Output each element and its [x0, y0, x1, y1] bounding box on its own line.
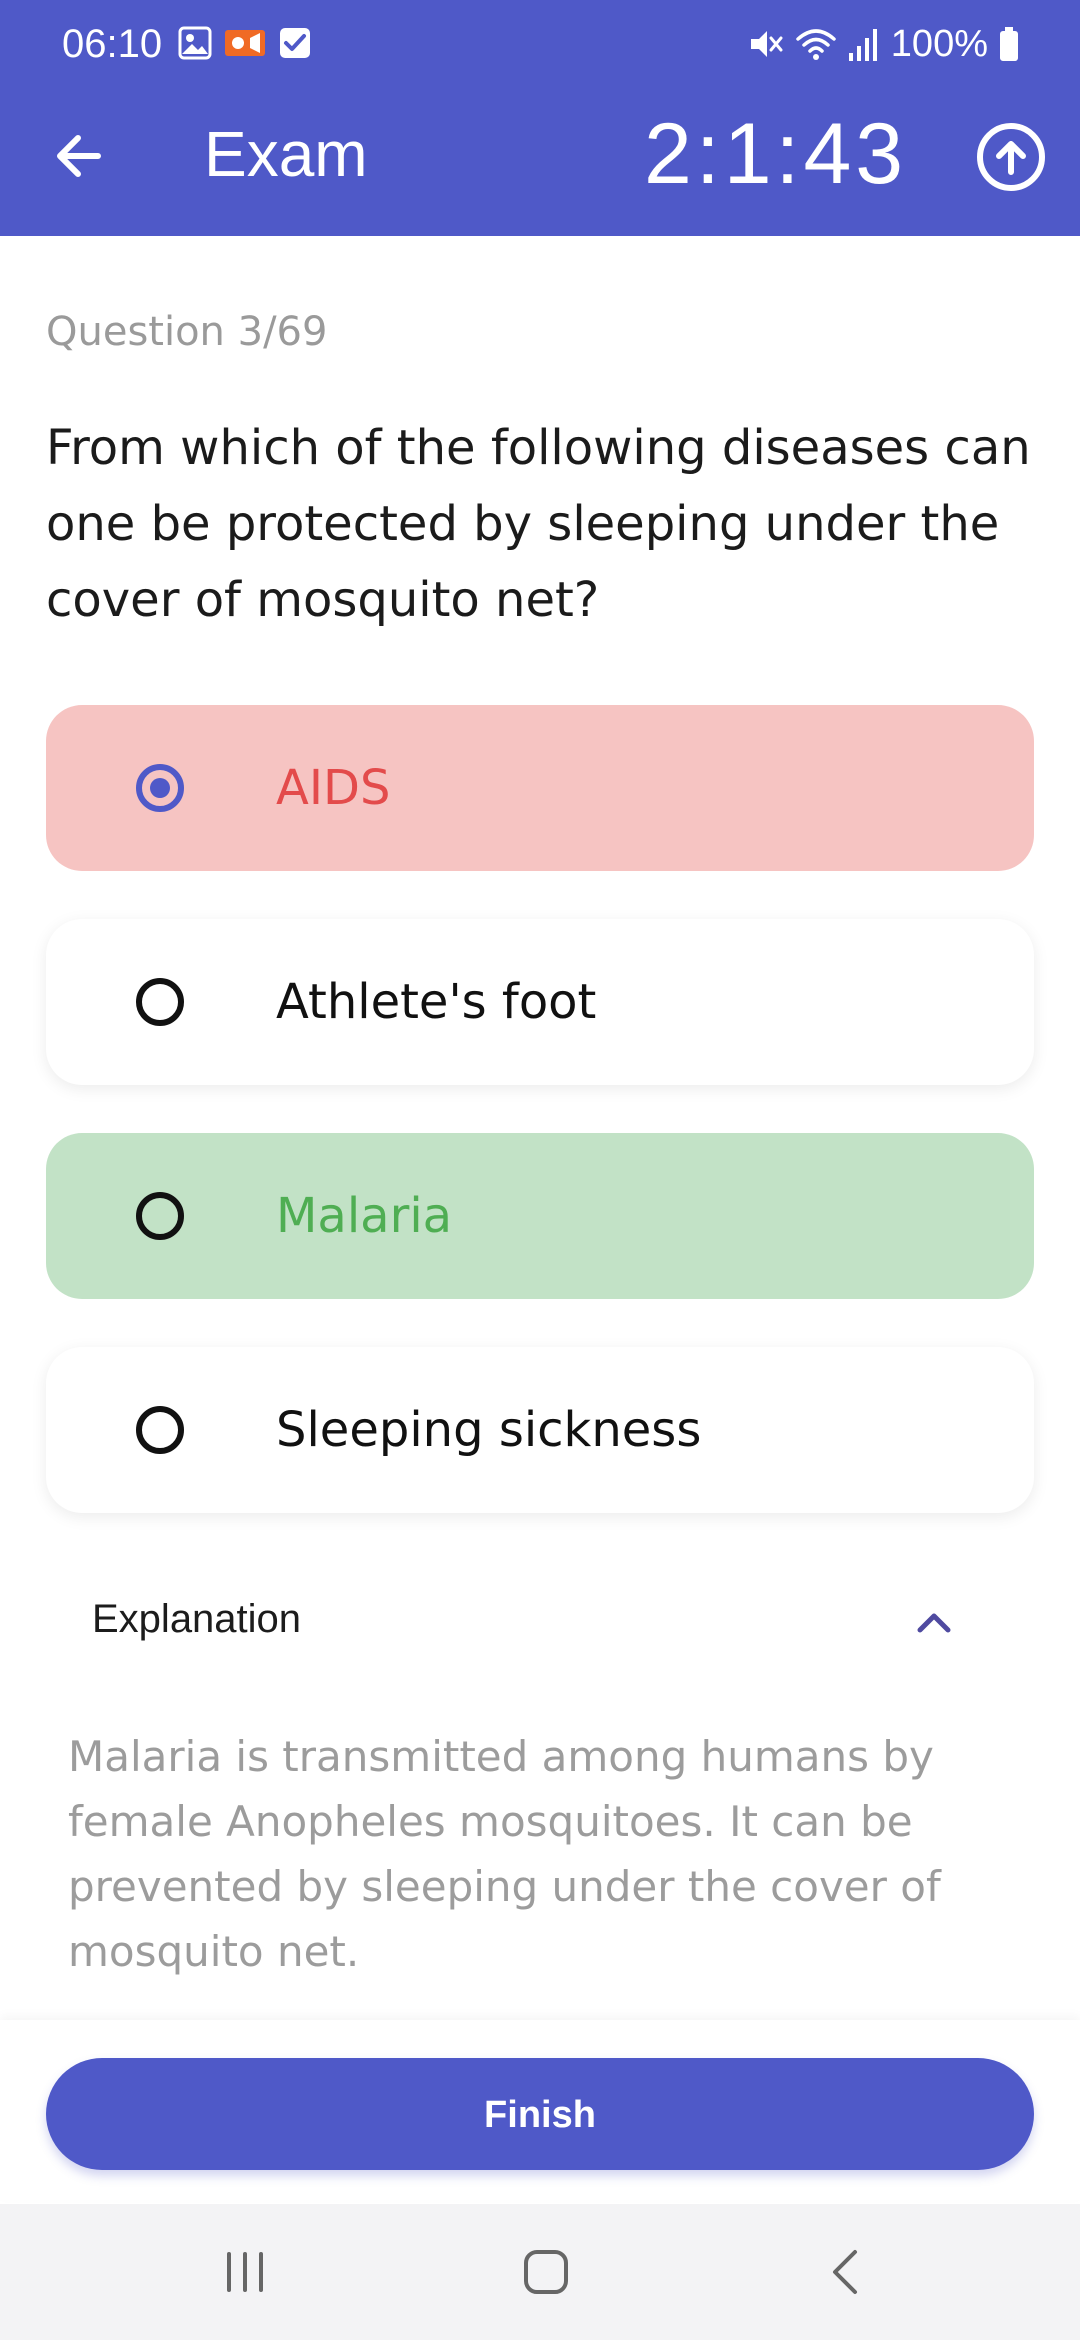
explanation-text: Malaria is transmitted among humans by f… — [68, 1732, 941, 1976]
home-icon[interactable] — [516, 2242, 576, 2302]
recent-apps-icon[interactable] — [215, 2242, 275, 2302]
upload-circle-icon[interactable] — [976, 122, 1046, 192]
option-label: AIDS — [276, 760, 391, 816]
app-header: 06:10 100% Exam 2:1:43 — [0, 0, 1080, 236]
mute-icon — [750, 31, 783, 57]
explanation-title[interactable]: Explanation — [92, 1590, 301, 1648]
radio-icon[interactable] — [136, 1192, 184, 1240]
chevron-up-icon[interactable] — [912, 1600, 956, 1644]
option-aids[interactable]: AIDS — [46, 705, 1034, 871]
back-icon[interactable] — [817, 2242, 877, 2302]
wifi-icon — [796, 29, 836, 60]
status-time: 06:10 — [62, 22, 163, 66]
status-icons-right: 100% — [747, 18, 1020, 70]
radio-selected-icon[interactable] — [136, 764, 184, 812]
finish-button[interactable]: Finish — [46, 2058, 1034, 2170]
video-record-icon — [225, 30, 265, 56]
status-icons-left — [178, 26, 312, 60]
option-label: Malaria — [276, 1188, 453, 1244]
option-malaria[interactable]: Malaria — [46, 1133, 1034, 1299]
option-label: Sleeping sickness — [276, 1402, 702, 1458]
question-text: From which of the following diseases can… — [46, 420, 1031, 628]
option-athletes-foot[interactable]: Athlete's foot — [46, 919, 1034, 1085]
radio-icon[interactable] — [136, 1406, 184, 1454]
option-label: Athlete's foot — [276, 974, 597, 1030]
battery-percent: 100% — [890, 23, 988, 65]
radio-icon[interactable] — [136, 978, 184, 1026]
gallery-icon — [178, 26, 212, 60]
exam-timer: 2:1:43 — [644, 106, 908, 202]
question-counter: Question 3/69 — [46, 309, 328, 355]
page-title: Exam — [204, 118, 368, 190]
signal-icon — [848, 29, 877, 61]
check-icon — [280, 28, 310, 58]
system-nav-bar — [0, 2204, 1080, 2340]
battery-icon — [1000, 27, 1018, 61]
back-arrow-icon[interactable] — [52, 128, 108, 184]
option-sleeping-sickness[interactable]: Sleeping sickness — [46, 1347, 1034, 1513]
